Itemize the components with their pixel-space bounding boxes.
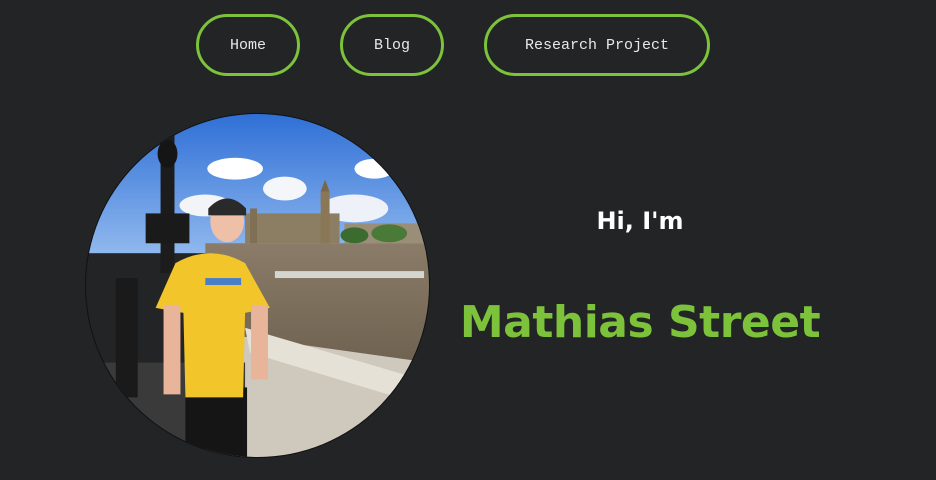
nav-blog-button[interactable]: Blog — [340, 14, 444, 76]
nav-research-project-label: Research Project — [524, 36, 670, 54]
hero-greeting: Hi, I'm — [596, 207, 684, 235]
hero-name: Mathias Street — [459, 297, 821, 348]
nav-research-project-button[interactable]: Research Project — [484, 14, 710, 76]
profile-photo — [85, 113, 430, 458]
profile-photo-illustration — [86, 114, 429, 457]
nav-home-label: Home — [229, 36, 266, 54]
nav-home-button[interactable]: Home — [196, 14, 300, 76]
nav-blog-label: Blog — [373, 36, 410, 54]
